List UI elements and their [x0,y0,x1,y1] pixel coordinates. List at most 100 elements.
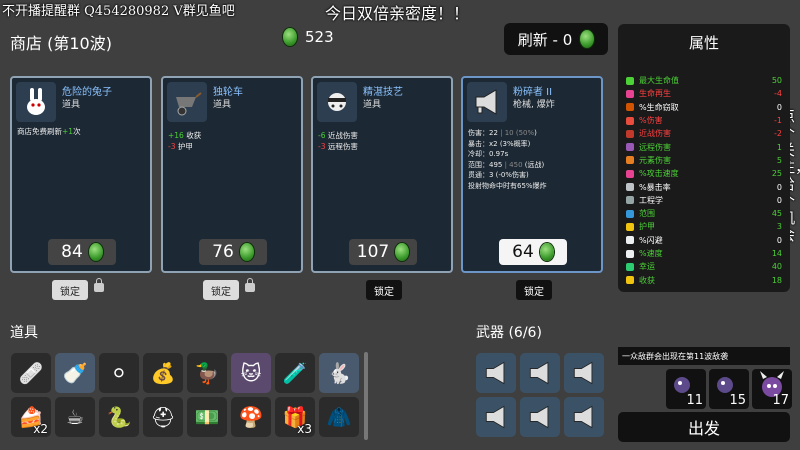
item-slot[interactable]: 🧥 [319,397,359,437]
weapon-slot[interactable] [564,397,604,437]
enemy-preview: 15 [709,369,749,409]
material-coin-icon [580,30,595,48]
stat-row: 护甲 3 [626,221,782,232]
padlock-icon[interactable] [94,278,104,292]
card-name: 独轮车 [213,87,243,98]
stat-label: %伤害 [639,116,663,126]
item-slot[interactable]: 💵 [187,397,227,437]
stat-row: 远程伤害 1 [626,142,782,153]
item-slot[interactable]: 🩹 [11,353,51,393]
weapon-slot[interactable] [520,397,560,437]
stat-label: 工程学 [639,195,663,205]
stat-value: 40 [771,262,782,272]
card-type: 道具 [363,100,382,110]
items-scrollbar[interactable] [364,352,368,440]
stat-value: 0 [776,102,782,112]
coat-icon: 🧥 [326,405,352,429]
stat-label: %生命窃取 [639,102,679,112]
stat-value: 3 [776,222,782,232]
refresh-button[interactable]: 刷新 - 0 [504,23,608,55]
lock-button[interactable]: 锁定 [52,280,88,300]
weapon-slot[interactable] [476,397,516,437]
lock-button[interactable]: 锁定 [366,280,402,300]
card-desc-value: +16 [168,131,184,140]
stat-icon [626,209,634,218]
stat-row: %伤害 -1 [626,115,782,126]
card-name: 粉碎者 II [513,87,553,98]
shop-card-skill[interactable]: 精湛技艺 道具 -6 近战伤害 -3 远程伤害 107 [311,76,453,273]
stats-panel: 属性 最大生命值 50 生命再生 -4 %生命窃取 0 %伤害 -1 近战伤害 -2 远程伤害 1 元素… [618,24,790,292]
item-count: x3 [297,422,312,436]
stat-value: 5 [776,155,782,165]
stat-row: 生命再生 -4 [626,88,782,99]
card-name: 危险的兔子 [62,87,112,98]
material-coin-icon [395,243,410,261]
stat-icon [626,276,634,285]
weapon-slot[interactable] [476,353,516,393]
stat-row: %速度 14 [626,248,782,259]
item-slot[interactable]: 🍼 [55,353,95,393]
item-slot[interactable]: ☕ [55,397,95,437]
price-button[interactable]: 76 [199,239,267,265]
item-slot[interactable]: ⛑ [143,397,183,437]
stat-icon [626,183,634,192]
stat-icon [626,169,634,178]
material-coin-icon [539,243,554,261]
weapon-slot[interactable] [520,353,560,393]
rabbit-icon [16,82,56,122]
stat-label: 远程伤害 [639,142,671,152]
weapon-slot[interactable] [564,353,604,393]
item-slot[interactable]: 🎁 x3 [275,397,315,437]
stat-label: 元素伤害 [639,155,671,165]
item-slot[interactable]: 🍰 x2 [11,397,51,437]
card-stat-text: ) [534,129,537,137]
helmet-icon: ⛑ [150,405,176,429]
shop-card-dangerous-rabbit[interactable]: 危险的兔子 道具 商店免费刷新+1次 84 [10,76,152,273]
item-slot[interactable]: 🦆 [187,353,227,393]
shop-card-shredder[interactable]: 粉碎者 II 枪械, 爆炸 伤害：22 | 10 (50%) 暴击：x2 (3%… [461,76,603,273]
jar-icon: 🧪 [282,361,308,385]
enemy-preview: 17 [752,369,792,409]
price-value: 84 [61,242,83,262]
stat-icon [626,156,634,165]
stat-row: %攻击速度 25 [626,168,782,179]
skill-icon [317,82,357,122]
stat-value: 1 [776,142,782,152]
card-desc-text: 收获 [183,131,202,140]
item-slot[interactable]: 💰 [143,353,183,393]
stat-label: %攻击速度 [639,169,679,179]
padlock-icon[interactable] [245,278,255,292]
item-slot[interactable]: 🐇 [319,353,359,393]
materials-value: 523 [305,28,334,46]
stat-label: %闪避 [639,235,663,245]
megaphone-icon [467,82,507,122]
price-button[interactable]: 107 [349,239,417,265]
price-button[interactable]: 64 [499,239,567,265]
item-slot[interactable]: 🐱 [231,353,271,393]
enemy-count: 11 [686,393,703,408]
shop-card-wheelbarrow[interactable]: 独轮车 道具 +16 收获 -3 护甲 76 [161,76,303,273]
lock-button[interactable]: 锁定 [203,280,239,300]
item-count: x2 [33,422,48,436]
price-button[interactable]: 84 [48,239,116,265]
material-coin-icon [88,243,103,261]
price-value: 64 [512,242,534,262]
card-desc: -6 近战伤害 -3 远程伤害 [318,130,448,152]
rabbit-icon: 🐇 [326,361,352,385]
card-desc-text: 护甲 [175,142,193,151]
stat-row: %闪避 0 [626,235,782,246]
card-stat-dim: | 10 (50% [497,129,535,137]
item-slot[interactable]: 🧪 [275,353,315,393]
item-slot[interactable]: ⚪ [99,353,139,393]
stat-value: 0 [776,235,782,245]
card-name: 精湛技艺 [363,87,403,98]
cash-icon: 💵 [194,405,220,429]
item-slot[interactable]: 🍄 [231,397,271,437]
bandage-icon: 🩹 [18,361,44,385]
price-value: 76 [212,242,234,262]
lock-button[interactable]: 锁定 [516,280,552,300]
stat-icon [626,129,634,138]
item-slot[interactable]: 🐍 [99,397,139,437]
stat-icon [626,249,634,258]
go-button[interactable]: 出发 [618,412,790,442]
